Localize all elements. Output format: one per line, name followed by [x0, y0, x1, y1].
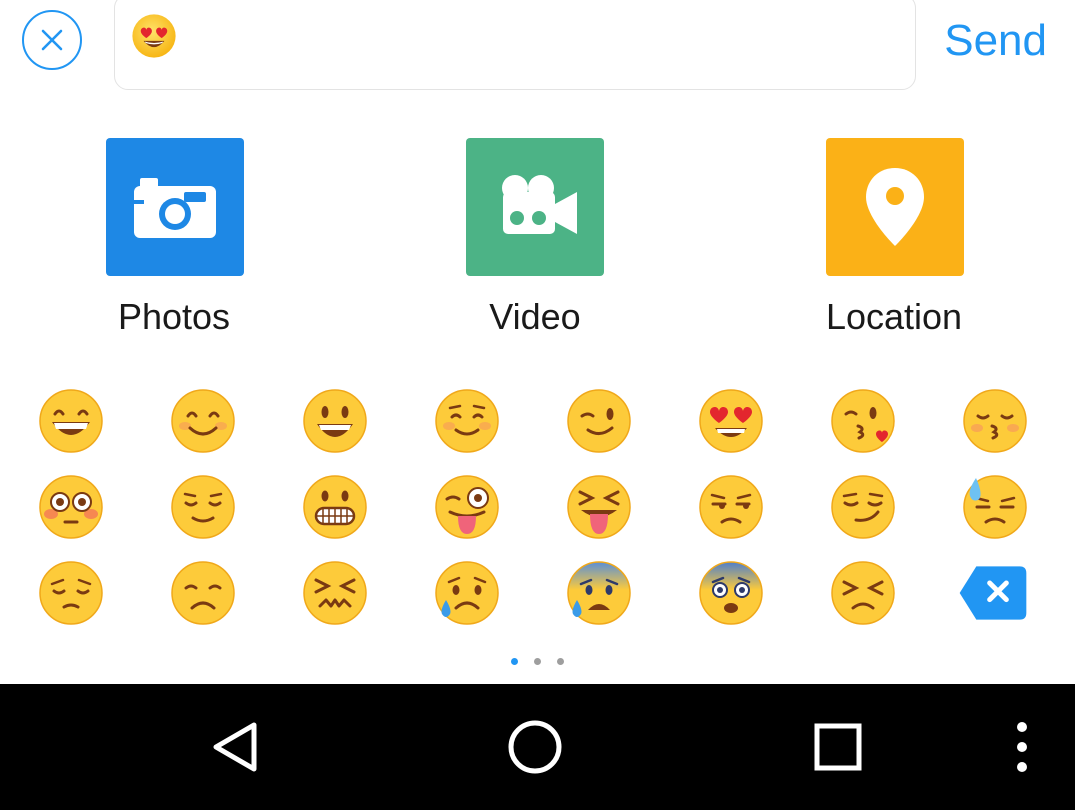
recents-button[interactable] — [798, 684, 878, 810]
emoji-smiley[interactable] — [302, 388, 368, 454]
emoji-sweat[interactable] — [962, 474, 1028, 540]
menu-button[interactable] — [1000, 684, 1044, 810]
camera-icon — [134, 178, 216, 238]
page-indicator — [0, 658, 1075, 665]
page-dot-2[interactable] — [534, 658, 541, 665]
emoji-stuck-out-tongue-closed-eyes[interactable] — [566, 474, 632, 540]
page-dot-1[interactable] — [511, 658, 518, 665]
emoji-smiling-blush[interactable] — [170, 388, 236, 454]
menu-icon — [1017, 722, 1027, 772]
location-label: Location — [825, 296, 963, 337]
emoji-smirk[interactable] — [830, 474, 896, 540]
emoji-disappointed[interactable] — [170, 560, 236, 626]
message-input[interactable] — [114, 0, 916, 90]
emoji-grid — [38, 388, 1038, 646]
emoji-unamused[interactable] — [698, 474, 764, 540]
recents-icon — [814, 723, 862, 771]
emoji-fearful[interactable] — [698, 560, 764, 626]
input-emoji-heart-eyes — [131, 13, 177, 63]
back-button[interactable] — [195, 684, 275, 810]
emoji-heart-eyes[interactable] — [698, 388, 764, 454]
emoji-grimacing[interactable] — [302, 474, 368, 540]
page-dot-3[interactable] — [557, 658, 564, 665]
emoji-confounded[interactable] — [302, 560, 368, 626]
navigation-bar — [0, 684, 1075, 810]
video-camera-icon — [502, 175, 577, 234]
emoji-grinning[interactable] — [38, 388, 104, 454]
emoji-stuck-out-tongue-winking[interactable] — [434, 474, 500, 540]
photos-label: Photos — [117, 296, 231, 337]
emoji-flushed[interactable] — [38, 474, 104, 540]
delete-key[interactable] — [959, 560, 1028, 626]
emoji-relaxed[interactable] — [434, 388, 500, 454]
emoji-kissing-closed-eyes[interactable] — [962, 388, 1028, 454]
emoji-winking[interactable] — [566, 388, 632, 454]
video-tile[interactable] — [466, 138, 604, 276]
backspace-icon — [959, 566, 1027, 620]
photos-tile[interactable] — [106, 138, 244, 276]
location-tile[interactable] — [826, 138, 964, 276]
location-pin-icon — [866, 168, 924, 246]
emoji-disappointed-relieved[interactable] — [434, 560, 500, 626]
close-icon — [41, 29, 63, 51]
emoji-persevere[interactable] — [830, 560, 896, 626]
send-button[interactable]: Send — [944, 16, 1047, 66]
emoji-kissing-heart[interactable] — [830, 388, 896, 454]
home-icon — [508, 720, 562, 774]
back-icon — [213, 722, 257, 772]
emoji-relieved[interactable] — [170, 474, 236, 540]
emoji-cold-sweat[interactable] — [566, 560, 632, 626]
close-button[interactable] — [22, 10, 82, 70]
video-label: Video — [489, 296, 581, 337]
home-button[interactable] — [495, 684, 575, 810]
emoji-pensive[interactable] — [38, 560, 104, 626]
